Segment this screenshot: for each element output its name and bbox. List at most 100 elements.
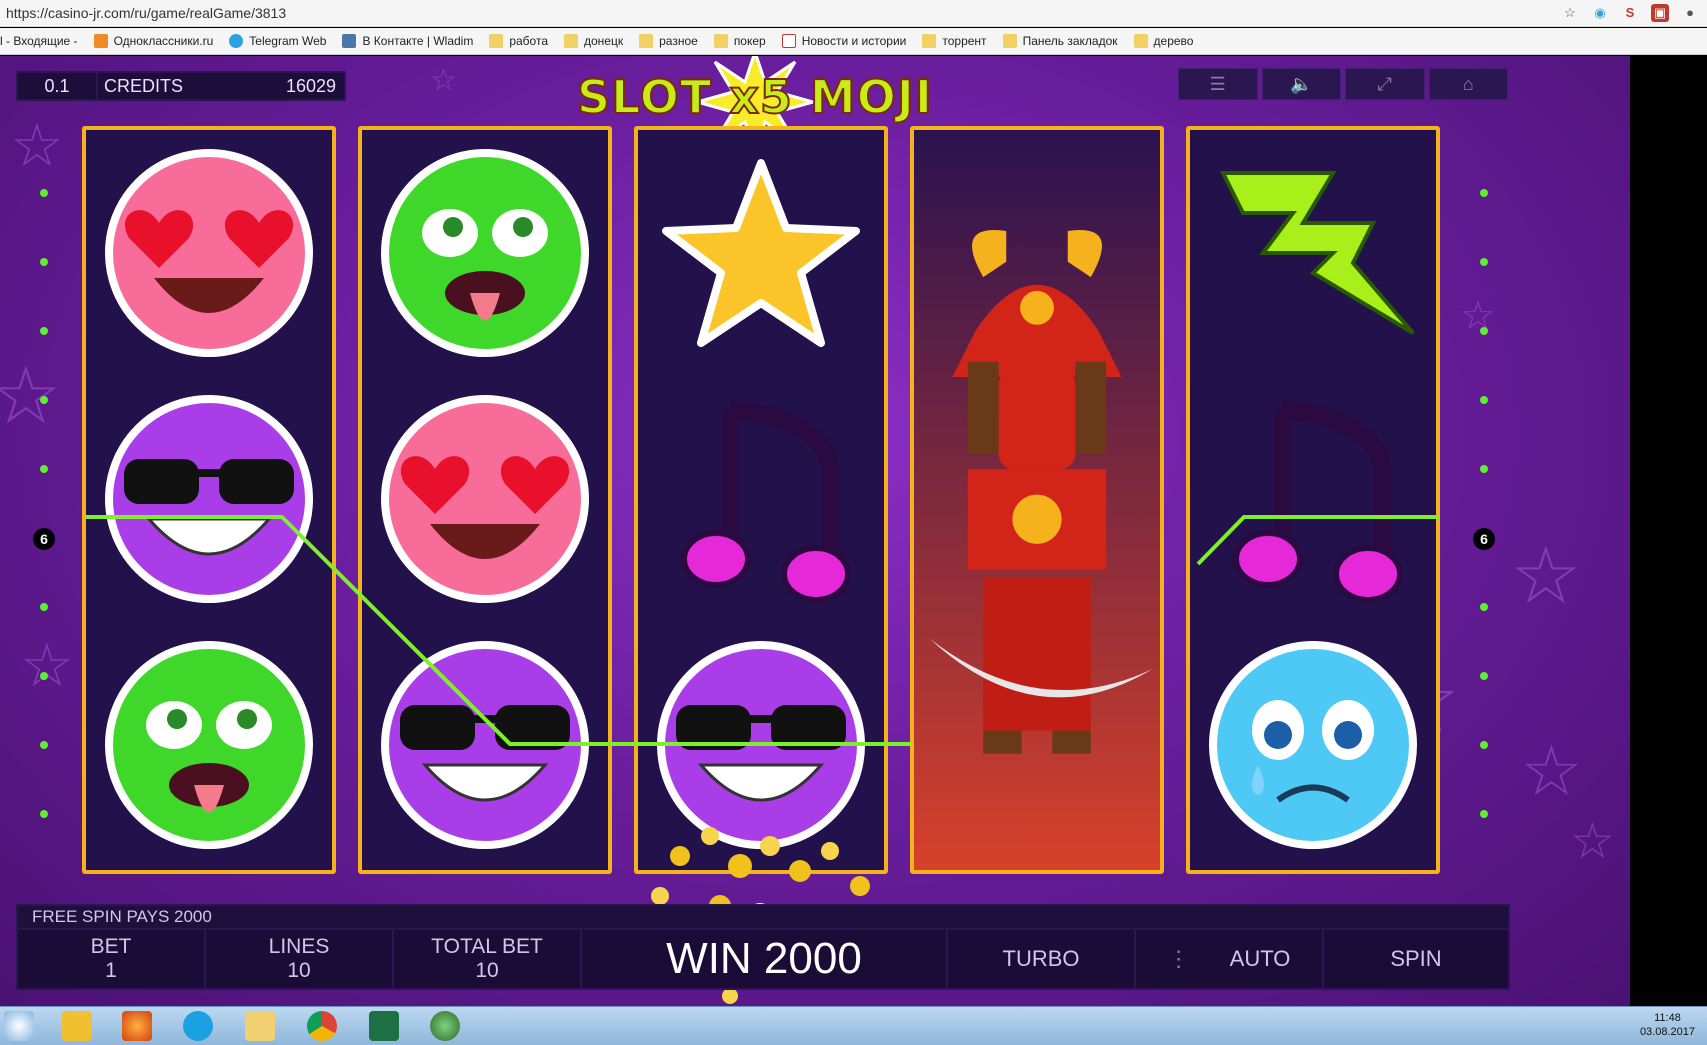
menu-bar: ☰ 🔈 ⤢ ⌂ [1178,68,1508,100]
fullscreen-icon[interactable]: ⤢ [1345,68,1425,100]
more-options-icon[interactable]: ⋮ [1168,947,1190,971]
samurai-wild-icon [914,130,1160,870]
total-bet-value: 10 [475,959,499,982]
bookmark-folder[interactable]: разное [639,34,698,48]
bookmark-item[interactable]: Новости и истории [781,34,906,48]
folder-icon [639,34,654,48]
bookmark-folder[interactable]: донецк [564,34,623,48]
chrome-icon[interactable] [307,1011,337,1041]
skype-icon[interactable] [183,1011,213,1041]
lines-value: 10 [287,959,311,982]
app-icon[interactable] [62,1011,92,1041]
star-icon [638,130,884,376]
sick-tongue-emoji-icon [362,130,608,376]
url-text[interactable]: https://casino-jr.com/ru/game/realGame/3… [6,5,286,21]
excel-icon[interactable] [369,1011,399,1041]
turbo-button[interactable]: TURBO [948,930,1136,988]
payline-marker [40,327,48,335]
control-panel: FREE SPIN PAYS 2000 BET 1 LINES 10 TOTAL… [16,904,1510,990]
vk-icon [342,34,357,48]
music-note-icon [1190,376,1436,622]
bet-selector[interactable]: BET 1 [18,930,206,988]
payline-marker [40,258,48,266]
extension-red-icon[interactable]: ▣ [1651,4,1669,22]
cool-sunglasses-emoji-icon [86,376,332,622]
cool-sunglasses-emoji-icon [362,622,608,868]
background-star-icon: ☆ [1460,294,1496,338]
background-star-icon: ☆ [1520,732,1583,810]
bookmark-folder[interactable]: покер [713,34,766,48]
coin-value[interactable]: 0.1 [18,73,98,99]
music-note-icon [638,376,884,622]
payline-marker [40,810,48,818]
address-bar[interactable]: https://casino-jr.com/ru/game/realGame/3… [0,0,1707,27]
logo-text: SLOT x5 MOJI [576,69,934,125]
background-star-icon: ☆ [1510,531,1582,620]
total-bet-label: TOTAL BET [431,935,543,958]
folder-icon [489,34,504,48]
credits-label: CREDITS [104,76,184,96]
free-spin-message: FREE SPIN PAYS 2000 [16,904,1510,930]
bookmark-folder[interactable]: Панель закладок [1002,34,1118,48]
reel-5 [1186,126,1440,874]
payline-marker [1480,465,1488,473]
news-icon [781,34,796,48]
lines-selector[interactable]: LINES 10 [206,930,394,988]
payline-marker [1480,603,1488,611]
bookmark-folder[interactable]: работа [489,34,548,48]
payline-marker [40,741,48,749]
reel-4-wild [910,126,1164,874]
telegram-icon [229,34,244,48]
payline-marker [40,603,48,611]
folder-icon [1002,34,1017,48]
payline-marker [1480,741,1488,749]
bookmark-item[interactable]: l - Входящие - [0,34,78,48]
taskbar: 11:48 03.08.2017 [0,1006,1707,1045]
system-tray-clock[interactable]: 11:48 03.08.2017 [1640,1011,1695,1039]
bookmarks-bar: l - Входящие - Одноклассники.ru Telegram… [0,28,1707,55]
folder-icon [564,34,578,48]
lines-label: LINES [268,935,330,958]
firefox-icon[interactable] [122,1011,152,1041]
folder-icon [922,34,937,48]
bookmark-folder[interactable]: торрент [922,34,987,48]
sad-crying-emoji-icon [1190,622,1436,868]
payline-marker [1480,327,1488,335]
background-star-icon: ☆ [1570,813,1615,869]
payline-marker [1480,189,1488,197]
payline-marker [1480,258,1488,266]
bookmark-folder[interactable]: дерево [1133,34,1193,48]
clock-date: 03.08.2017 [1639,1026,1695,1038]
slot-game: ☆ ☆ ☆ ☆ ☆ ☆ ☆ ☆ ☆ 0.1 CREDITS 16029 SLOT… [0,56,1630,1006]
home-icon[interactable]: ⌂ [1428,68,1508,100]
address-bar-icons: ☆ ◉ S ▣ ● [1561,4,1699,22]
menu-icon[interactable]: ☰ [1178,68,1258,100]
payline-number-right: 6 [1473,528,1495,550]
file-explorer-icon[interactable] [245,1011,275,1041]
background-star-icon: ☆ [20,632,74,699]
payline-number-left: 6 [33,528,55,550]
payline-marker [1480,810,1488,818]
sound-icon[interactable]: 🔈 [1261,68,1341,100]
extension-se-icon[interactable]: S [1621,4,1639,22]
globe-icon[interactable] [430,1011,460,1041]
heart-eyes-emoji-icon [86,130,332,376]
folder-icon [1133,34,1148,48]
screen: https://casino-jr.com/ru/game/realGame/3… [0,0,1707,1045]
background-star-icon: ☆ [0,351,62,440]
account-icon[interactable]: ● [1681,4,1699,22]
bookmark-item[interactable]: В Контакте | Wladim [342,34,473,48]
credits-value: 16029 [285,76,336,96]
start-button-icon[interactable] [4,1011,34,1041]
win-display: WIN 2000 [582,930,948,988]
bookmark-item[interactable]: Одноклассники.ru [93,34,213,48]
spin-button[interactable]: SPIN [1324,930,1508,988]
payline-marker [1480,672,1488,680]
extension-icon[interactable]: ◉ [1591,4,1609,22]
auto-button[interactable]: ⋮ AUTO [1136,930,1324,988]
bookmark-star-icon[interactable]: ☆ [1561,4,1579,22]
payline-marker [40,672,48,680]
heart-eyes-emoji-icon [362,376,608,622]
bookmark-item[interactable]: Telegram Web [229,34,326,48]
payline-marker [1480,396,1488,404]
